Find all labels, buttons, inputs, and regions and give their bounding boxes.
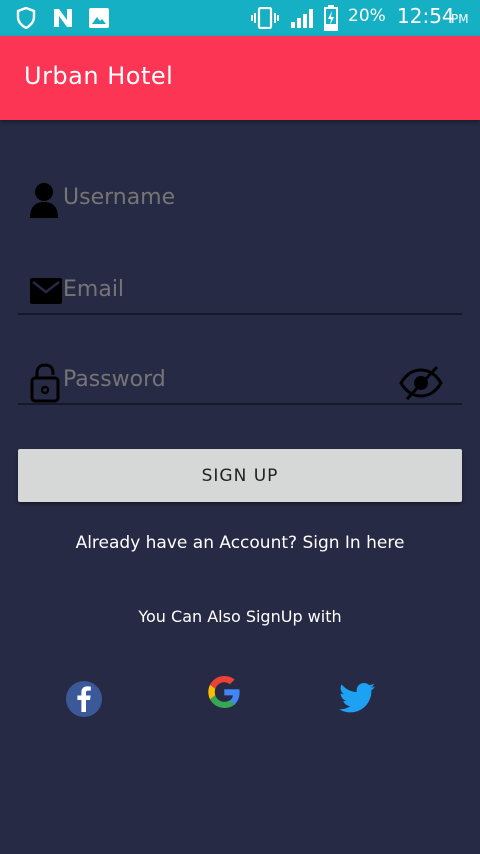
email-input[interactable] bbox=[63, 277, 383, 302]
clock-ampm: PM bbox=[451, 12, 469, 26]
battery-charging-icon bbox=[324, 5, 338, 35]
signup-button[interactable]: SIGN UP bbox=[18, 449, 462, 502]
password-input[interactable] bbox=[63, 367, 383, 392]
person-icon bbox=[30, 182, 58, 224]
email-field[interactable] bbox=[18, 265, 462, 315]
gallery-icon bbox=[88, 7, 110, 33]
facebook-icon bbox=[66, 681, 102, 717]
n-app-icon bbox=[52, 7, 74, 33]
also-signup-label: You Can Also SignUp with bbox=[138, 607, 342, 626]
twitter-icon bbox=[339, 683, 375, 713]
facebook-button[interactable] bbox=[64, 679, 104, 719]
username-input[interactable] bbox=[63, 185, 383, 210]
sign-in-link[interactable]: Already have an Account? Sign In here bbox=[0, 533, 480, 553]
google-icon bbox=[208, 676, 240, 708]
status-bar: 20% 12:54 PM bbox=[0, 0, 480, 36]
email-underline bbox=[18, 313, 462, 315]
app-title: Urban Hotel bbox=[24, 62, 174, 90]
google-button[interactable] bbox=[204, 672, 244, 712]
username-field[interactable] bbox=[18, 177, 462, 227]
vibrate-icon bbox=[250, 6, 280, 33]
visibility-off-icon[interactable] bbox=[399, 365, 443, 405]
password-field[interactable] bbox=[18, 355, 462, 405]
signal-icon bbox=[290, 7, 316, 33]
clock-time: 12:54 bbox=[397, 4, 455, 28]
battery-percentage: 20% bbox=[348, 6, 386, 26]
twitter-button[interactable] bbox=[337, 677, 377, 717]
mail-icon bbox=[30, 278, 62, 308]
lock-icon bbox=[30, 363, 60, 407]
app-bar: Urban Hotel bbox=[0, 36, 480, 120]
shield-icon bbox=[16, 6, 36, 33]
password-underline bbox=[18, 403, 462, 405]
